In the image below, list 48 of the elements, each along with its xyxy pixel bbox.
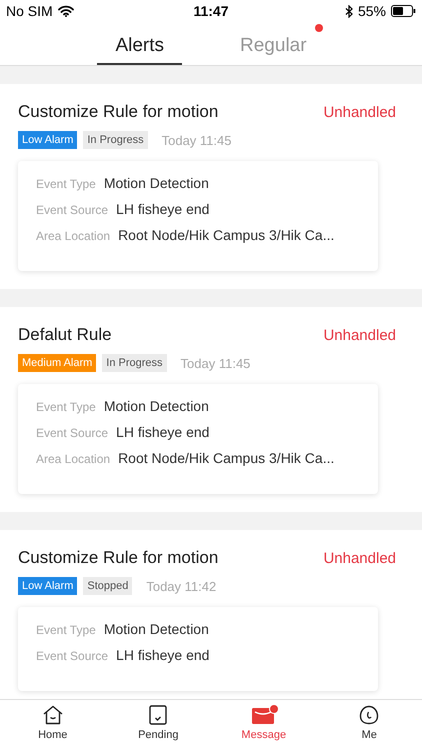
field-value: LH fisheye end	[116, 647, 210, 663]
battery-percent: 55%	[358, 3, 386, 19]
field-label: Event Source	[36, 203, 108, 217]
nav-tab[interactable]: Message	[211, 700, 316, 750]
field-value: Root Node/Hik Campus 3/Hik Ca...	[118, 450, 334, 466]
battery-icon	[390, 5, 416, 17]
alarm-level-tag: Medium Alarm	[18, 354, 96, 372]
checklist-icon	[149, 705, 168, 725]
carrier-text: No SIM	[6, 3, 53, 19]
bluetooth-icon	[344, 4, 353, 18]
field-value: Motion Detection	[104, 175, 209, 191]
progress-tag: In Progress	[102, 354, 167, 372]
field-label: Area Location	[36, 452, 110, 466]
alarm-level-tag: Low Alarm	[18, 577, 78, 595]
alert-title: Customize Rule for motion	[18, 548, 218, 568]
progress-tag: Stopped	[83, 577, 132, 595]
field-value: Motion Detection	[104, 398, 209, 414]
house-icon	[42, 705, 64, 725]
field-label: Event Source	[36, 649, 108, 663]
wifi-icon	[58, 5, 74, 17]
alert-time: Today 11:45	[180, 356, 250, 370]
nav-tab[interactable]: Home	[0, 700, 106, 750]
progress-tag: In Progress	[83, 131, 148, 149]
alert-title: Customize Rule for motion	[18, 102, 218, 122]
field-label: Area Location	[36, 229, 110, 243]
field-label: Event Type	[36, 623, 96, 637]
alert-card[interactable]: Customize Rule for motion Unhandled Low Alarm Stopped Today 11:42 Event Type Motion Detection Event Source LH fisheye end	[0, 530, 422, 699]
field-label: Event Type	[36, 177, 96, 191]
alert-status: Unhandled	[323, 550, 396, 566]
alert-status: Unhandled	[323, 104, 396, 120]
alert-card[interactable]: Defalut Rule Unhandled Medium Alarm In Progress Today 11:45 Event Type Motion Detection Event Source LH fisheye end Area Location Root Node/Hik Campus 3/Hik Ca...	[0, 307, 422, 512]
alert-time: Today 11:45	[162, 132, 232, 148]
field-value: LH fisheye end	[116, 424, 210, 440]
nav-tab[interactable]: Pending	[106, 700, 211, 750]
field-value: Motion Detection	[104, 621, 209, 637]
envelope-icon	[252, 706, 276, 724]
field-value: LH fisheye end	[116, 201, 210, 217]
alert-status: Unhandled	[323, 326, 396, 344]
alert-time: Today 11:42	[146, 578, 216, 594]
field-label: Event Source	[36, 426, 108, 440]
alarm-level-tag: Low Alarm	[18, 131, 78, 149]
field-label: Event Type	[36, 400, 96, 414]
alert-card[interactable]: Customize Rule for motion Unhandled Low Alarm In Progress Today 11:45 Event Type Motion Detection Event Source LH fisheye end Area Location Root Node/Hik Campus 3/Hik Ca...	[0, 84, 422, 289]
alert-title: Defalut Rule	[18, 325, 112, 345]
clock-text: 11:47	[193, 3, 229, 19]
field-value: Root Node/Hik Campus 3/Hik Ca...	[118, 227, 334, 243]
nav-tab[interactable]: Me	[316, 700, 422, 750]
face-outline-icon	[359, 705, 380, 725]
